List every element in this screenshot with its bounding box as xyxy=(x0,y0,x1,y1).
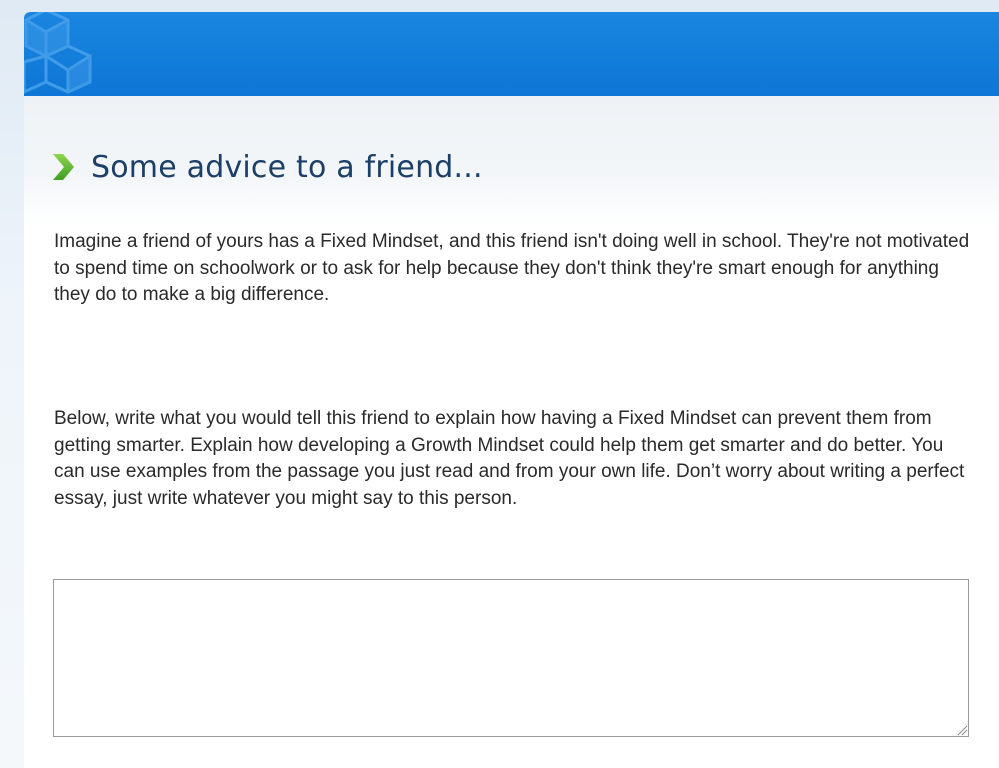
instruction-paragraph-2: Below, write what you would tell this fr… xyxy=(54,408,965,509)
page-background: Some advice to a friend... Imagine a fri… xyxy=(0,0,999,768)
section-title: Some advice to a friend... xyxy=(91,149,483,185)
resize-handle-icon[interactable] xyxy=(956,724,968,736)
response-textarea[interactable] xyxy=(53,579,969,737)
green-chevron-icon xyxy=(53,154,74,180)
section-title-row: Some advice to a friend... xyxy=(51,142,483,192)
cube-logo-icon xyxy=(24,12,92,94)
instruction-paragraph-1: Imagine a friend of yours has a Fixed Mi… xyxy=(54,231,970,305)
header-bar xyxy=(24,12,999,96)
content-card: Some advice to a friend... Imagine a fri… xyxy=(24,12,999,768)
